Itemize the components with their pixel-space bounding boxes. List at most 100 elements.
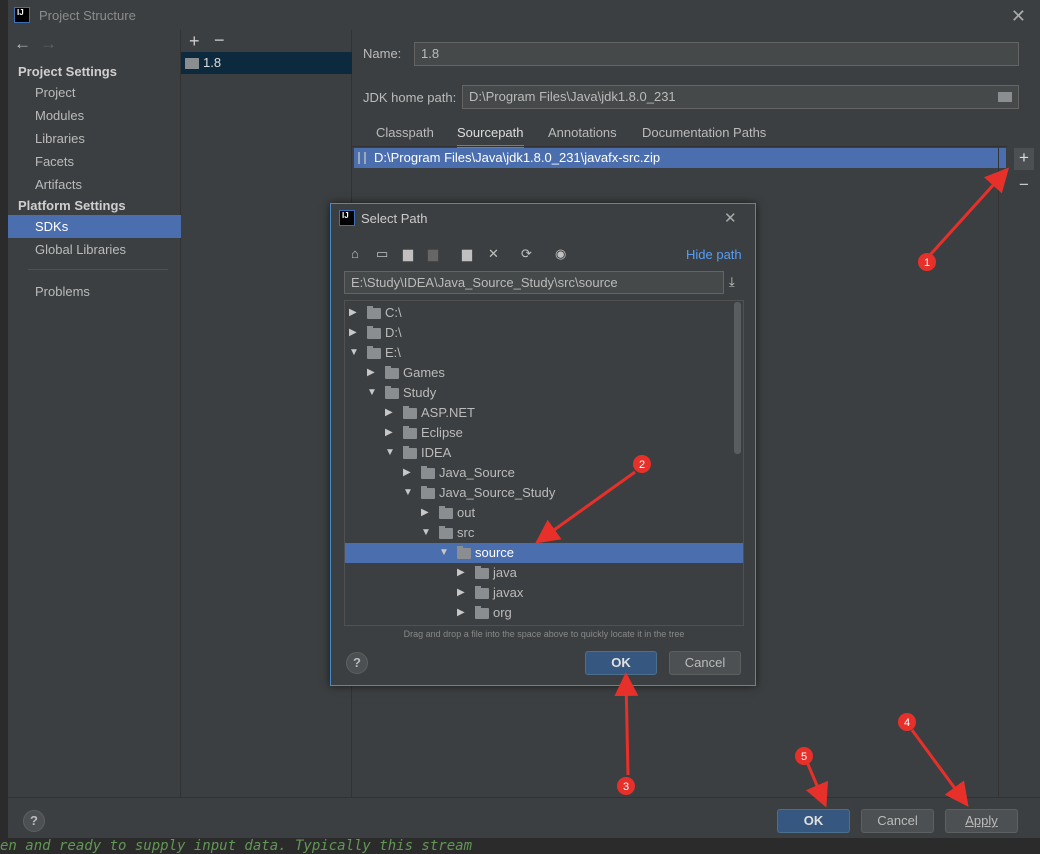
add-path-button[interactable]: + bbox=[1014, 148, 1034, 170]
dialog-help-button[interactable]: ? bbox=[346, 652, 368, 674]
chevron-down-icon[interactable]: ▼ bbox=[367, 383, 377, 403]
close-icon[interactable]: ✕ bbox=[1011, 6, 1026, 27]
intellij-logo-icon: IJ bbox=[339, 210, 355, 226]
cancel-button[interactable]: Cancel bbox=[861, 809, 934, 833]
download-icon[interactable]: ⤓ bbox=[729, 274, 735, 290]
add-sdk-button[interactable]: + bbox=[189, 31, 200, 52]
sdk-list-item[interactable]: 1.8 bbox=[181, 52, 352, 74]
title-bar: IJ Project Structure bbox=[8, 0, 1040, 30]
folder-icon bbox=[457, 546, 471, 559]
chevron-right-icon[interactable]: ▶ bbox=[349, 303, 357, 323]
tree-node[interactable]: ▶ Games bbox=[345, 363, 743, 383]
drive-icon bbox=[367, 326, 381, 339]
folder-icon bbox=[421, 486, 435, 499]
tree-node[interactable]: ▼ E:\ bbox=[345, 343, 743, 363]
tree-node[interactable]: ▼ src bbox=[345, 523, 743, 543]
chevron-right-icon[interactable]: ▶ bbox=[385, 423, 393, 443]
chevron-right-icon[interactable]: ▶ bbox=[349, 323, 357, 343]
divider bbox=[352, 146, 1007, 147]
chevron-right-icon[interactable]: ▶ bbox=[421, 503, 429, 523]
show-hidden-icon[interactable]: ◉ bbox=[555, 246, 566, 262]
tree-node-label: java bbox=[493, 565, 517, 580]
delete-icon[interactable]: ✕ bbox=[488, 246, 499, 262]
select-path-dialog: IJ Select Path ✕ ⌂ ▭ ▆ ▆ ▆ ✕ ⟳ ◉ Hide pa… bbox=[330, 203, 756, 686]
chevron-down-icon[interactable]: ▼ bbox=[439, 543, 449, 563]
section-platform-settings: Platform Settings bbox=[18, 198, 126, 213]
tree-node-label: src bbox=[457, 525, 475, 540]
tab-annotations[interactable]: Annotations bbox=[548, 125, 617, 140]
tab-classpath[interactable]: Classpath bbox=[376, 125, 434, 140]
sidebar-item-project[interactable]: Project bbox=[8, 81, 181, 104]
tree-node[interactable]: ▼ Study bbox=[345, 383, 743, 403]
tree-node[interactable]: ▶ D:\ bbox=[345, 323, 743, 343]
jdk-home-input[interactable]: D:\Program Files\Java\jdk1.8.0_231 bbox=[462, 85, 1019, 109]
tree-node[interactable]: ▶ org bbox=[345, 603, 743, 623]
sidebar-item-facets[interactable]: Facets bbox=[8, 150, 181, 173]
dialog-cancel-button[interactable]: Cancel bbox=[669, 651, 741, 675]
section-project-settings: Project Settings bbox=[18, 64, 117, 79]
module-folder-icon[interactable]: ▆ bbox=[428, 246, 438, 262]
forward-icon[interactable]: → bbox=[40, 34, 57, 54]
chevron-right-icon[interactable]: ▶ bbox=[457, 583, 465, 603]
new-folder-icon[interactable]: ▆ bbox=[462, 246, 472, 262]
folder-icon bbox=[403, 446, 417, 459]
name-input[interactable]: 1.8 bbox=[414, 42, 1019, 66]
drive-icon bbox=[367, 306, 381, 319]
sidebar: ← → Project Settings Project Modules Lib… bbox=[8, 30, 181, 797]
tree-node-label: out bbox=[457, 505, 476, 520]
home-icon[interactable]: ⌂ bbox=[351, 246, 359, 261]
back-icon[interactable]: ← bbox=[14, 34, 31, 54]
chevron-down-icon[interactable]: ▼ bbox=[403, 483, 413, 503]
chevron-down-icon[interactable]: ▼ bbox=[349, 343, 359, 363]
desktop-icon[interactable]: ▭ bbox=[376, 246, 388, 262]
chevron-down-icon[interactable]: ▼ bbox=[385, 443, 395, 463]
chevron-right-icon[interactable]: ▶ bbox=[367, 363, 375, 383]
sidebar-item-sdks[interactable]: SDKs bbox=[8, 215, 181, 238]
help-button[interactable]: ? bbox=[23, 810, 45, 832]
dialog-close-icon[interactable]: ✕ bbox=[724, 209, 737, 227]
sidebar-item-problems[interactable]: Problems bbox=[8, 280, 181, 303]
tree-node[interactable]: ▶ Java_Source bbox=[345, 463, 743, 483]
archive-icon bbox=[358, 152, 366, 164]
chevron-right-icon[interactable]: ▶ bbox=[385, 403, 393, 423]
folder-icon bbox=[421, 466, 435, 479]
chevron-down-icon[interactable]: ▼ bbox=[421, 523, 431, 543]
chevron-right-icon[interactable]: ▶ bbox=[457, 563, 465, 583]
tree-node[interactable]: ▶ java bbox=[345, 563, 743, 583]
drag-drop-hint: Drag and drop a file into the space abov… bbox=[403, 629, 685, 639]
tree-node[interactable]: ▶ ASP.NET bbox=[345, 403, 743, 423]
folder-icon bbox=[385, 386, 399, 399]
tree-node[interactable]: ▶ Eclipse bbox=[345, 423, 743, 443]
footer-bar: ? OK Cancel Apply bbox=[8, 797, 1040, 838]
sidebar-item-artifacts[interactable]: Artifacts bbox=[8, 173, 181, 196]
tree-node[interactable]: ▶ javax bbox=[345, 583, 743, 603]
sidebar-item-modules[interactable]: Modules bbox=[8, 104, 181, 127]
remove-path-button[interactable]: − bbox=[1014, 175, 1034, 195]
remove-sdk-button[interactable]: − bbox=[214, 30, 225, 51]
window-title: Project Structure bbox=[39, 7, 136, 23]
ok-button[interactable]: OK bbox=[777, 809, 850, 833]
tree-node[interactable]: ▼ source bbox=[345, 543, 743, 563]
hide-path-link[interactable]: Hide path bbox=[686, 247, 742, 262]
tree-node[interactable]: ▼ Java_Source_Study bbox=[345, 483, 743, 503]
browse-folder-icon[interactable] bbox=[998, 92, 1012, 102]
tab-sourcepath[interactable]: Sourcepath bbox=[457, 125, 524, 148]
tree-node[interactable]: ▶ C:\ bbox=[345, 303, 743, 323]
sourcepath-item[interactable]: D:\Program Files\Java\jdk1.8.0_231\javaf… bbox=[354, 148, 1006, 168]
tab-documentation-paths[interactable]: Documentation Paths bbox=[642, 125, 766, 140]
sidebar-item-global-libraries[interactable]: Global Libraries bbox=[8, 238, 181, 261]
tree-node[interactable]: ▶ out bbox=[345, 503, 743, 523]
sidebar-item-libraries[interactable]: Libraries bbox=[8, 127, 181, 150]
folder-icon bbox=[403, 426, 417, 439]
tree-node[interactable]: ▼ IDEA bbox=[345, 443, 743, 463]
project-folder-icon[interactable]: ▆ bbox=[403, 246, 413, 262]
refresh-icon[interactable]: ⟳ bbox=[521, 246, 532, 262]
name-label: Name: bbox=[363, 46, 402, 61]
chevron-right-icon[interactable]: ▶ bbox=[457, 603, 465, 623]
apply-button[interactable]: Apply bbox=[945, 809, 1018, 833]
path-input[interactable]: E:\Study\IDEA\Java_Source_Study\src\sour… bbox=[344, 271, 724, 294]
tree-scrollbar[interactable] bbox=[734, 302, 741, 454]
file-tree[interactable]: ▶ C:\ ▶ D:\ ▼ E:\ ▶ Games ▼ Study ▶ ASP.NET ▶ Eclipse… bbox=[344, 300, 744, 626]
chevron-right-icon[interactable]: ▶ bbox=[403, 463, 411, 483]
dialog-ok-button[interactable]: OK bbox=[585, 651, 657, 675]
